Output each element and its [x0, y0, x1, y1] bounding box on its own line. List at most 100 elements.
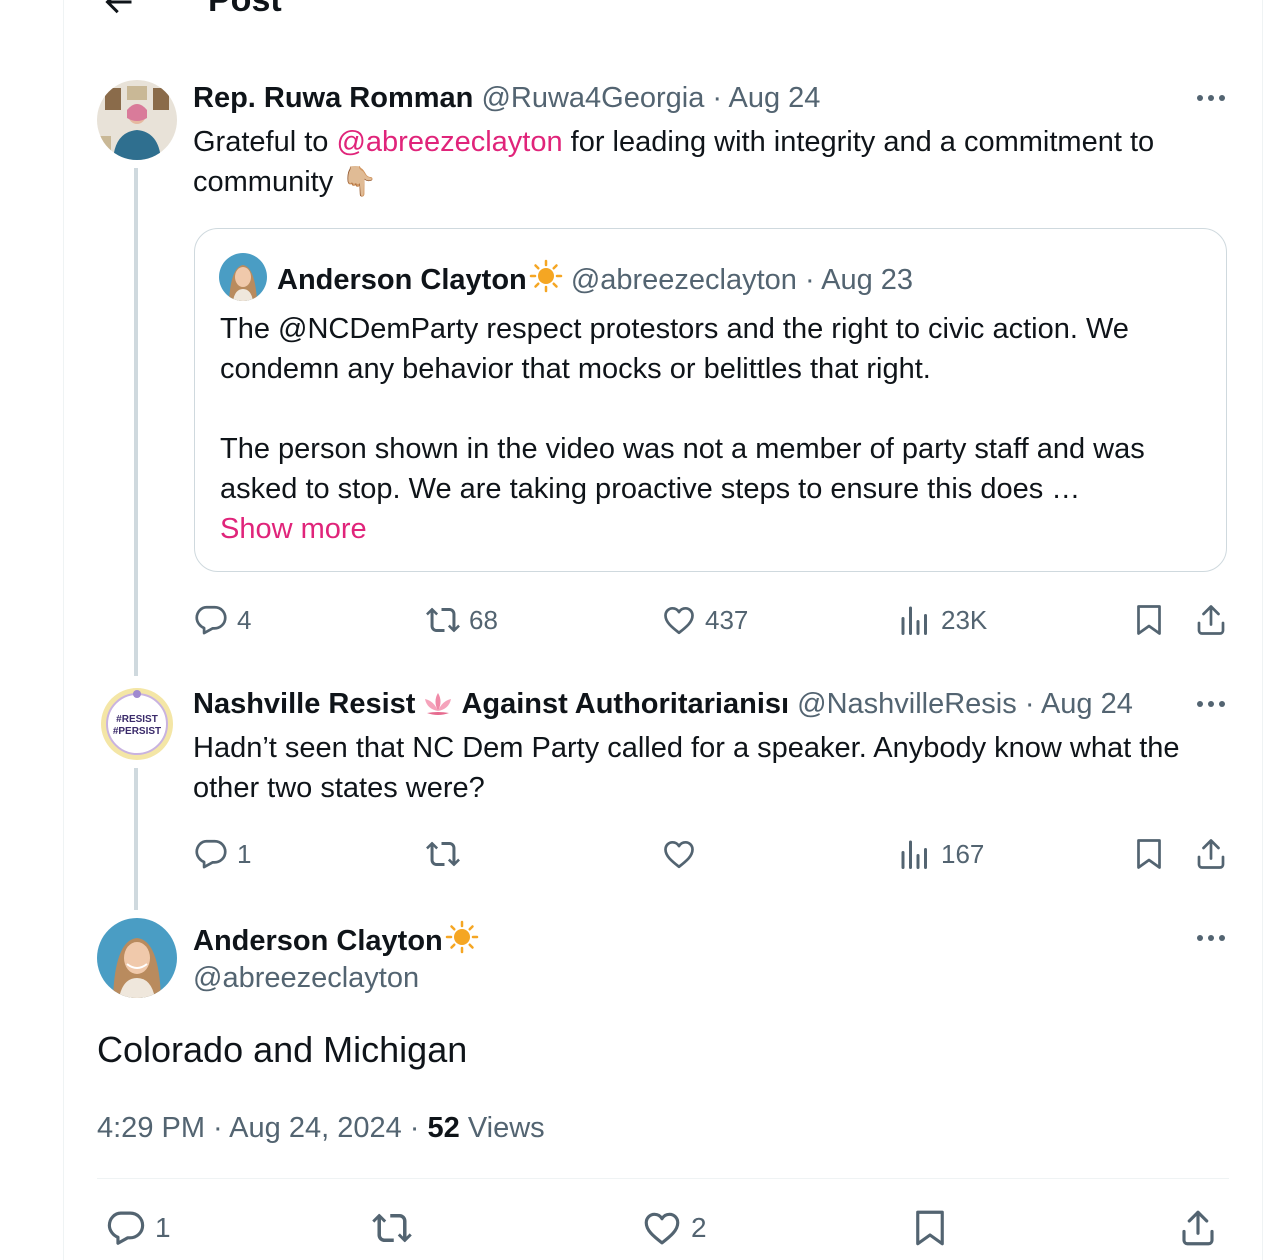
post-text-part: Grateful to — [193, 126, 337, 158]
reply-icon — [195, 605, 227, 635]
mention-link[interactable]: @abreezeclayton — [336, 126, 562, 158]
views-total: 52 — [427, 1112, 460, 1144]
lotus-icon — [425, 693, 452, 715]
bookmark-icon — [1137, 839, 1161, 869]
quote-author-name: Anderson Clayton — [277, 264, 527, 296]
bookmark-button[interactable] — [909, 1206, 951, 1250]
like-icon — [644, 1212, 680, 1245]
like-icon — [664, 840, 694, 869]
author-handle[interactable]: @NashvilleResis — [797, 688, 1017, 720]
quote-text: The @NCDemParty respect protestors and t… — [220, 309, 1210, 509]
bookmark-button[interactable] — [1131, 600, 1167, 640]
like-count: 437 — [705, 604, 749, 635]
post-actions: 1 167 — [193, 834, 1233, 874]
author-handle[interactable]: @abreezeclayton — [193, 962, 419, 994]
post-header: Rep. Ruwa Romman @Ruwa4Georgia · Aug 24 — [193, 80, 820, 116]
avatar[interactable] — [97, 80, 177, 160]
views-count: 167 — [941, 838, 985, 869]
separator: · — [796, 264, 822, 296]
post-meta: 4:29 PM · Aug 24, 2024 · 52 Views — [97, 1108, 545, 1148]
thread-connector — [134, 168, 138, 676]
quote-author-handle: @abreezeclayton — [570, 264, 797, 296]
more-icon[interactable] — [1194, 698, 1228, 710]
reply-icon — [195, 839, 227, 869]
reply-button[interactable]: 1 — [193, 834, 251, 874]
separator: · — [205, 1112, 230, 1144]
post-text: Grateful to @abreezeclayton for leading … — [193, 122, 1233, 202]
avatar[interactable] — [97, 918, 177, 998]
views-label: Views — [459, 1112, 545, 1144]
share-button[interactable] — [1193, 600, 1229, 640]
more-icon[interactable] — [1194, 92, 1228, 104]
repost-icon — [372, 1213, 412, 1243]
reply-count: 4 — [237, 604, 252, 635]
author-name-suffix[interactable]: Against Authoritarianisı — [461, 688, 789, 720]
sun-icon — [529, 259, 562, 293]
pointing-down-emoji: 👇🏼 — [341, 166, 378, 198]
post-date[interactable]: Aug 24 — [1041, 688, 1133, 720]
views-count: 23K — [941, 604, 988, 635]
repost-count: 68 — [469, 604, 498, 635]
show-more-link[interactable]: Show more — [220, 509, 367, 549]
main-post-text: Colorado and Michigan — [97, 1029, 468, 1070]
like-button[interactable]: 2 — [641, 1206, 707, 1250]
share-icon — [1197, 605, 1225, 635]
page-title: Post — [208, 0, 282, 19]
reply-button[interactable]: 4 — [193, 600, 251, 640]
views-icon — [901, 840, 927, 869]
quote-avatar — [219, 253, 267, 301]
repost-icon — [426, 607, 460, 633]
separator: · — [1016, 688, 1041, 720]
post-text: Hadn’t seen that NC Dem Party called for… — [193, 732, 1180, 804]
bookmark-icon — [916, 1210, 944, 1246]
post-date[interactable]: Aug 24 — [729, 82, 821, 114]
avatar[interactable]: #RESIST #PERSIST — [97, 684, 177, 764]
quote-header: Anderson Clayton @abreezeclayton · Aug 2… — [277, 259, 913, 298]
like-button[interactable] — [661, 834, 697, 874]
post-header: Nashville Resist Against Authoritarianisı… — [193, 686, 1188, 722]
reply-count: 1 — [155, 1212, 171, 1243]
separator: · — [401, 1112, 428, 1144]
views-button[interactable]: 23K — [897, 600, 987, 640]
reply-button[interactable]: 1 — [105, 1206, 171, 1250]
post-time[interactable]: 4:29 PM — [97, 1112, 205, 1144]
post-actions: 4 68 437 23K — [193, 600, 1233, 640]
more-icon[interactable] — [1194, 932, 1228, 944]
views-icon — [901, 606, 927, 635]
repost-button[interactable]: 68 — [425, 600, 498, 640]
author-name[interactable]: Nashville Resist — [193, 688, 415, 720]
column-border-left — [63, 0, 64, 1260]
author-handle-row: @abreezeclayton — [193, 960, 419, 996]
reply-count: 1 — [237, 838, 252, 869]
quote-date: Aug 23 — [821, 264, 914, 296]
author-name[interactable]: Rep. Ruwa Romman — [193, 82, 473, 114]
quote-paragraph: The @NCDemParty respect protestors and t… — [220, 313, 1129, 385]
divider — [97, 1178, 1229, 1179]
like-icon — [664, 606, 694, 635]
share-button[interactable] — [1177, 1206, 1219, 1250]
sun-icon — [445, 920, 478, 954]
share-icon — [1197, 839, 1225, 869]
repost-button[interactable] — [371, 1206, 413, 1250]
share-button[interactable] — [1193, 834, 1229, 874]
back-arrow-icon[interactable] — [100, 0, 136, 20]
author-handle[interactable]: @Ruwa4Georgia — [481, 82, 704, 114]
main-post-actions: 1 2 — [97, 1206, 1237, 1250]
column-border-right — [1262, 0, 1263, 1260]
quote-paragraph: The person shown in the video was not a … — [220, 433, 1145, 505]
bookmark-button[interactable] — [1131, 834, 1167, 874]
repost-button[interactable] — [425, 834, 461, 874]
author-name[interactable]: Anderson Clayton — [193, 925, 443, 957]
quoted-post[interactable]: Anderson Clayton @abreezeclayton · Aug 2… — [194, 228, 1227, 572]
avatar-text: #PERSIST — [113, 726, 161, 737]
page-header: Post — [0, 0, 1274, 20]
repost-icon — [426, 841, 460, 867]
thread-connector — [134, 768, 138, 910]
post-full-date[interactable]: Aug 24, 2024 — [229, 1112, 402, 1144]
separator: · — [704, 82, 729, 114]
like-button[interactable]: 437 — [661, 600, 748, 640]
like-count: 2 — [691, 1212, 707, 1243]
views-button[interactable]: 167 — [897, 834, 984, 874]
share-icon — [1182, 1210, 1214, 1246]
avatar-text: #RESIST — [116, 714, 158, 725]
